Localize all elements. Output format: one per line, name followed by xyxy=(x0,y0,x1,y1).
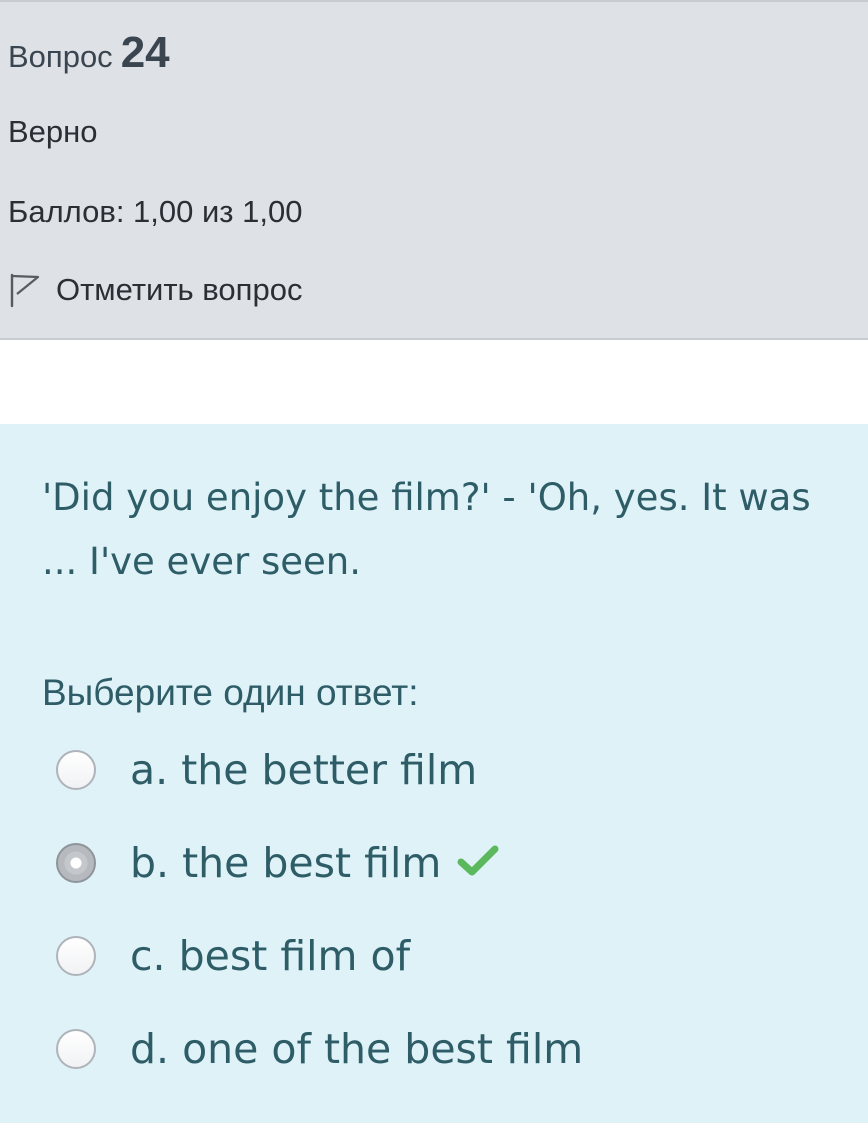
answer-radio-b[interactable] xyxy=(56,843,96,883)
answer-radio-a[interactable] xyxy=(56,750,96,790)
question-number: 24 xyxy=(120,28,170,77)
answer-prompt: Выберите один ответ: xyxy=(42,672,419,713)
question-formulation: 'Did you enjoy the film?' - 'Oh, yes. It… xyxy=(0,424,868,1123)
answer-label-a: a. the better film xyxy=(130,746,478,794)
flag-question-button[interactable]: Отметить вопрос xyxy=(8,272,302,308)
flag-icon xyxy=(8,272,42,308)
answer-option-a[interactable]: a. the better film xyxy=(56,746,478,794)
correct-checkmark-icon xyxy=(457,844,499,883)
answer-label-c: c. best film of xyxy=(130,932,411,980)
question-title: Вопрос 24 xyxy=(8,28,170,78)
answer-radio-d[interactable] xyxy=(56,1029,96,1069)
question-word: Вопрос xyxy=(8,39,113,74)
question-state: Верно xyxy=(8,114,98,149)
answer-label-d: d. one of the best film xyxy=(130,1025,584,1073)
question-info-panel: Вопрос 24 Верно Баллов: 1,00 из 1,00 Отме… xyxy=(0,0,868,340)
answer-option-b[interactable]: b. the best film xyxy=(56,839,499,887)
answer-radio-c[interactable] xyxy=(56,936,96,976)
question-text: 'Did you enjoy the film?' - 'Oh, yes. It… xyxy=(42,476,811,583)
question-grade: Баллов: 1,00 из 1,00 xyxy=(8,194,303,229)
answer-option-c[interactable]: c. best film of xyxy=(56,932,411,980)
answer-option-d[interactable]: d. one of the best film xyxy=(56,1025,584,1073)
flag-question-label: Отметить вопрос xyxy=(56,272,303,307)
answer-label-b: b. the best film xyxy=(130,839,442,887)
